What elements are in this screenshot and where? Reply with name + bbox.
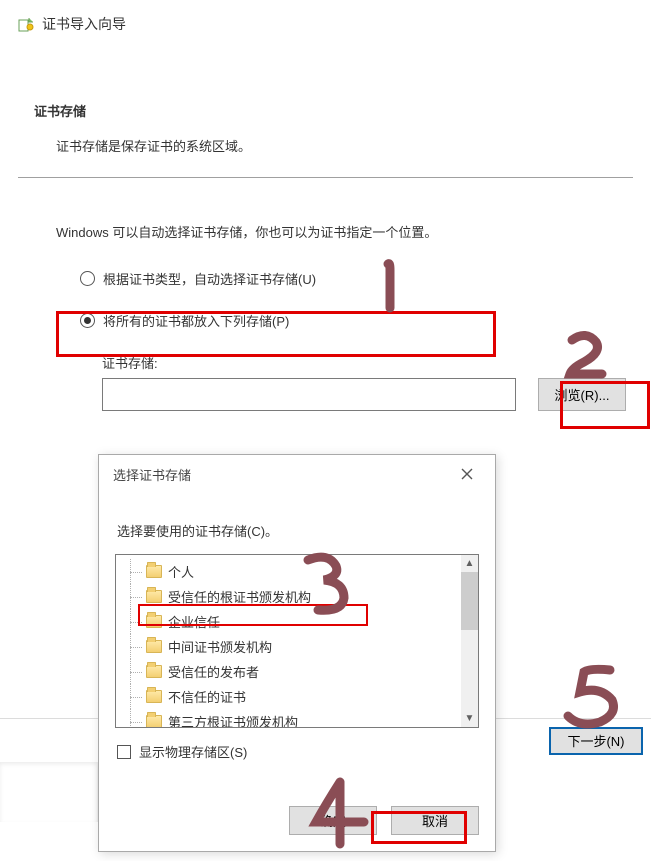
tree-item-untrusted[interactable]: 不信任的证书: [122, 684, 461, 709]
dialog-title: 选择证书存储: [113, 465, 191, 484]
radio-icon: [80, 271, 95, 286]
show-physical-label: 显示物理存储区(S): [139, 742, 247, 761]
browse-button[interactable]: 浏览(R)...: [538, 378, 626, 411]
scroll-track[interactable]: [461, 630, 478, 710]
scroll-up-icon[interactable]: ▲: [461, 555, 478, 572]
show-physical-checkbox[interactable]: 显示物理存储区(S): [99, 728, 495, 761]
store-label: 证书存储:: [0, 333, 651, 378]
certificate-wizard-icon: [18, 16, 34, 32]
tree-scrollbar[interactable]: ▲ ▼: [461, 555, 478, 727]
radio-icon: [80, 313, 95, 328]
scroll-thumb[interactable]: [461, 572, 478, 630]
folder-icon: [146, 640, 162, 653]
cert-store-input[interactable]: [102, 378, 516, 411]
folder-icon: [146, 690, 162, 703]
tree-item-enterprise-trust[interactable]: 企业信任: [122, 609, 461, 634]
checkbox-icon: [117, 745, 131, 759]
tree-item-label: 受信任的发布者: [168, 662, 259, 681]
section-heading: 证书存储: [0, 51, 651, 120]
radio-place-all[interactable]: 将所有的证书都放入下列存储(P): [80, 307, 651, 333]
folder-icon: [146, 715, 162, 728]
tree-item-label: 个人: [168, 562, 194, 581]
tree-item-intermediate-ca[interactable]: 中间证书颁发机构: [122, 634, 461, 659]
radio-place-label: 将所有的证书都放入下列存储(P): [103, 311, 289, 330]
folder-icon: [146, 665, 162, 678]
tree-item-label: 受信任的根证书颁发机构: [168, 587, 311, 606]
next-button[interactable]: 下一步(N): [549, 727, 643, 755]
close-icon[interactable]: [449, 463, 485, 485]
folder-icon: [146, 565, 162, 578]
background-fragment: [0, 762, 98, 822]
tree-item-label: 第三方根证书颁发机构: [168, 712, 298, 728]
body-text: Windows 可以自动选择证书存储，你也可以为证书指定一个位置。: [0, 178, 651, 265]
tree-item-trusted-root-ca[interactable]: 受信任的根证书颁发机构: [122, 584, 461, 609]
tree-item-trusted-publishers[interactable]: 受信任的发布者: [122, 659, 461, 684]
cert-store-tree[interactable]: 个人 受信任的根证书颁发机构 企业信任 中间证书颁发机构 受信任的发布者: [115, 554, 479, 728]
ok-button[interactable]: 确定: [289, 806, 377, 835]
section-helper: 证书存储是保存证书的系统区域。: [0, 120, 651, 177]
select-cert-store-dialog: 选择证书存储 选择要使用的证书存储(C)。 个人 受信任的根证书颁发机构 企业信…: [98, 454, 496, 852]
radio-auto-label: 根据证书类型，自动选择证书存储(U): [103, 269, 316, 288]
tree-item-label: 中间证书颁发机构: [168, 637, 272, 656]
dialog-prompt: 选择要使用的证书存储(C)。: [99, 493, 495, 554]
tree-item-personal[interactable]: 个人: [122, 559, 461, 584]
folder-icon: [146, 590, 162, 603]
cancel-button[interactable]: 取消: [391, 806, 479, 835]
tree-item-label: 企业信任: [168, 612, 220, 631]
radio-auto-select[interactable]: 根据证书类型，自动选择证书存储(U): [80, 265, 651, 291]
tree-item-third-party-root-ca[interactable]: 第三方根证书颁发机构: [122, 709, 461, 728]
tree-item-label: 不信任的证书: [168, 687, 246, 706]
scroll-down-icon[interactable]: ▼: [461, 710, 478, 727]
folder-icon: [146, 615, 162, 628]
wizard-title: 证书导入向导: [42, 14, 126, 34]
